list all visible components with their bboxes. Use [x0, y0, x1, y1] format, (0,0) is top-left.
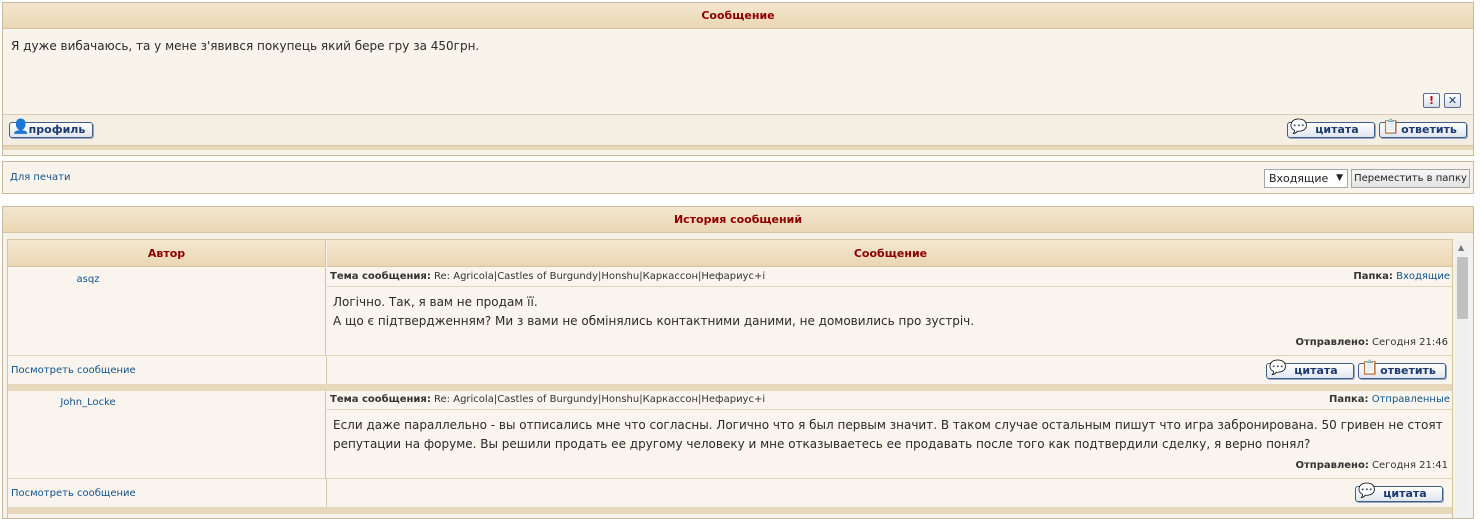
message-history: История сообщений Автор Сообщение asqz Т… — [2, 206, 1474, 519]
folder-info: Папка: Входящие — [1353, 268, 1450, 286]
speech-bubble-icon: 💬 — [1269, 360, 1287, 376]
message-line: репутации на форуме. Вы решили продать е… — [333, 437, 1311, 451]
message-tools: ! ✕ — [1423, 93, 1461, 108]
message-content: Логічно. Так, я вам не продам її. А що є… — [333, 293, 1443, 331]
message-panel: Сообщение Я дуже вибачаюсь, та у мене з'… — [2, 2, 1474, 156]
history-list[interactable]: Автор Сообщение asqz Тема сообщения: Re:… — [7, 239, 1453, 518]
folder-label: Папка: — [1353, 271, 1393, 282]
message-column-header: Сообщение — [327, 240, 1452, 267]
message-line: Если даже параллельно - вы отписались мн… — [333, 418, 1443, 432]
delete-icon[interactable]: ✕ — [1444, 93, 1461, 108]
author-column-header: Автор — [8, 240, 326, 267]
notepad-icon: 📋 — [1361, 360, 1379, 376]
quote-button[interactable]: 💬 цитата — [1266, 360, 1354, 379]
panel-divider — [3, 145, 1473, 150]
message-line: Логічно. Так, я вам не продам її. — [333, 295, 538, 309]
sent-label: Отправлено: — [1295, 460, 1369, 471]
subject-line: Тема сообщения: Re: Agricola|Castles of … — [327, 391, 1452, 410]
folder-select[interactable]: Входящие ▼ — [1264, 169, 1348, 188]
history-title: История сообщений — [3, 207, 1473, 233]
message-body: Я дуже вибачаюсь, та у мене з'явився пок… — [3, 29, 1473, 115]
entry-footer: Посмотреть сообщение 💬 цитата — [8, 478, 1452, 507]
user-icon: 👤 — [12, 119, 30, 135]
speech-bubble-icon: 💬 — [1290, 119, 1308, 135]
speech-bubble-icon: 💬 — [1358, 483, 1376, 499]
column-divider — [326, 356, 327, 384]
entry-separator — [8, 384, 1452, 391]
message-line: А що є підтвердженням? Ми з вами не обмі… — [333, 314, 975, 328]
report-icon[interactable]: ! — [1423, 93, 1440, 108]
profile-button[interactable]: 👤 профиль — [9, 119, 93, 138]
sent-info: Отправлено: Сегодня 21:46 — [1296, 337, 1449, 348]
reply-button[interactable]: 📋 ответить — [1358, 360, 1446, 379]
entry-footer: Посмотреть сообщение 💬 цитата 📋 ответить — [8, 355, 1452, 384]
subject-line: Тема сообщения: Re: Agricola|Castles of … — [327, 268, 1452, 287]
scroll-thumb[interactable] — [1457, 257, 1468, 319]
message-text: Я дуже вибачаюсь, та у мене з'явився пок… — [11, 39, 480, 53]
column-divider — [326, 479, 327, 507]
sent-time: Сегодня 21:41 — [1372, 460, 1448, 471]
history-scrollbar[interactable]: ▲ — [1455, 241, 1470, 518]
print-bar: Для печати Входящие ▼ Переместить в папк… — [2, 161, 1474, 194]
sent-time: Сегодня 21:46 — [1372, 337, 1448, 348]
subject-text: Re: Agricola|Castles of Burgundy|Honshu|… — [434, 271, 766, 282]
dropdown-arrow-icon: ▼ — [1336, 173, 1343, 183]
move-to-folder-button[interactable]: Переместить в папку — [1351, 169, 1470, 188]
entry-separator — [8, 507, 1452, 514]
message-actions: 👤 профиль 💬 цитата 📋 ответить — [3, 115, 1473, 145]
scroll-up-icon[interactable]: ▲ — [1458, 243, 1464, 252]
subject-label: Тема сообщения: — [330, 394, 431, 405]
quote-button[interactable]: 💬 цитата — [1355, 483, 1443, 502]
folder-info: Папка: Отправленные — [1329, 391, 1450, 409]
author-cell: asqz — [8, 268, 326, 355]
notepad-icon: 📋 — [1382, 119, 1400, 135]
folder-label: Папка: — [1328, 394, 1369, 405]
history-entry: John_Locke Тема сообщения: Re: Agricola|… — [8, 391, 1452, 507]
sent-info: Отправлено: Сегодня 21:41 — [1296, 460, 1449, 471]
author-cell: John_Locke — [8, 391, 326, 478]
reply-button[interactable]: 📋 ответить — [1379, 119, 1467, 138]
quote-button[interactable]: 💬 цитата — [1287, 119, 1375, 138]
subject-text: Re: Agricola|Castles of Burgundy|Honshu|… — [434, 394, 766, 405]
author-link[interactable]: John_Locke — [8, 397, 168, 408]
folder-link[interactable]: Входящие — [1396, 271, 1450, 282]
view-message-link[interactable]: Посмотреть сообщение — [11, 365, 136, 376]
view-message-link[interactable]: Посмотреть сообщение — [11, 488, 136, 499]
message-content: Если даже параллельно - вы отписались мн… — [333, 416, 1443, 454]
folder-select-value: Входящие — [1269, 172, 1329, 185]
print-link[interactable]: Для печати — [10, 172, 70, 183]
author-link[interactable]: asqz — [8, 274, 168, 285]
subject-label: Тема сообщения: — [330, 271, 431, 282]
message-panel-title: Сообщение — [3, 3, 1473, 29]
history-entry: asqz Тема сообщения: Re: Agricola|Castle… — [8, 268, 1452, 384]
folder-link[interactable]: Отправленные — [1372, 394, 1450, 405]
sent-label: Отправлено: — [1295, 337, 1369, 348]
